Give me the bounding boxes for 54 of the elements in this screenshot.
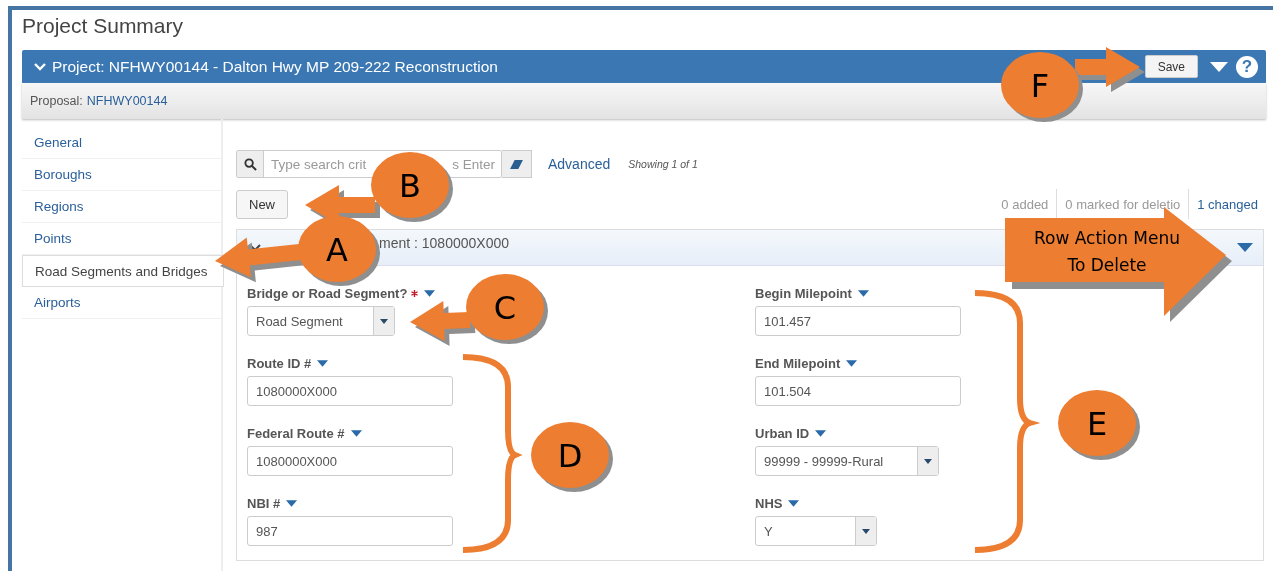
caret-down-icon[interactable] <box>350 429 362 437</box>
callout-badge: E <box>974 290 1140 553</box>
proposal-label: Proposal: <box>30 94 83 108</box>
field-label: Urban ID <box>755 425 810 441</box>
showing-count: Showing 1 of 1 <box>628 158 698 170</box>
caret-down-icon <box>862 528 870 534</box>
caret-down-icon[interactable] <box>317 359 329 367</box>
advanced-link[interactable]: Advanced <box>548 156 611 172</box>
caret-down-icon <box>924 458 932 464</box>
field-label: Bridge or Road Segment? <box>247 285 408 301</box>
search-placeholder: Type search crit <box>271 156 367 172</box>
field-label: Route ID # <box>247 355 312 371</box>
help-icon[interactable]: ? <box>1236 55 1258 78</box>
input-field[interactable]: 101.457 <box>755 306 961 336</box>
segment-title: ment : 1080000X000 <box>379 234 509 251</box>
dropdown-field[interactable]: Y <box>755 516 877 546</box>
caret-down-icon[interactable] <box>857 289 869 297</box>
dropdown-field[interactable]: Road Segment <box>247 306 395 336</box>
search-placeholder: s Enter <box>452 156 495 172</box>
caret-down-icon[interactable] <box>846 359 858 367</box>
sidebar-item[interactable]: General <box>22 127 221 159</box>
page-title: Project Summary <box>21 13 185 39</box>
caret-down-icon[interactable] <box>1237 243 1253 252</box>
field-label: End Milepoint <box>755 355 841 371</box>
caret-down-icon <box>380 318 388 324</box>
input-field[interactable]: 1080000X000 <box>247 446 453 476</box>
field-label: NBI # <box>247 495 281 511</box>
caret-down-icon[interactable] <box>788 499 800 507</box>
search-icon <box>243 157 257 171</box>
project-title: Project: NFHWY00144 - Dalton Hwy MP 209-222 Reconstruction <box>52 57 498 76</box>
sidebar-item[interactable]: Regions <box>22 191 221 223</box>
caret-down-icon[interactable] <box>286 499 298 507</box>
field-label: NHS <box>755 495 783 511</box>
dropdown-field[interactable]: 99999 - 99999-Rural <box>755 446 939 476</box>
callout-badge: A <box>215 216 380 286</box>
eraser-icon <box>509 158 524 170</box>
new-button[interactable]: New <box>236 189 288 219</box>
caret-down-icon[interactable] <box>1210 61 1228 72</box>
field-label: Federal Route # <box>247 425 345 441</box>
required-icon <box>411 289 419 297</box>
clear-button[interactable] <box>502 150 532 178</box>
field-label: Begin Milepoint <box>755 285 852 301</box>
proposal-link[interactable]: NFHWY00144 <box>86 94 168 108</box>
input-field[interactable]: 1080000X000 <box>247 376 453 406</box>
caret-down-icon[interactable] <box>424 289 436 297</box>
sidebar-item[interactable]: Airports <box>22 287 221 319</box>
caret-down-icon[interactable] <box>815 429 827 437</box>
sidebar-item[interactable]: Boroughs <box>22 159 221 191</box>
input-field[interactable]: 101.504 <box>755 376 961 406</box>
sidebar-item[interactable]: Road Segments and Bridges <box>22 255 224 287</box>
callout-badge: F <box>1001 47 1145 122</box>
input-field[interactable]: 987 <box>247 516 453 546</box>
save-button[interactable]: Save <box>1144 55 1198 78</box>
callout-badge: D <box>462 354 613 553</box>
